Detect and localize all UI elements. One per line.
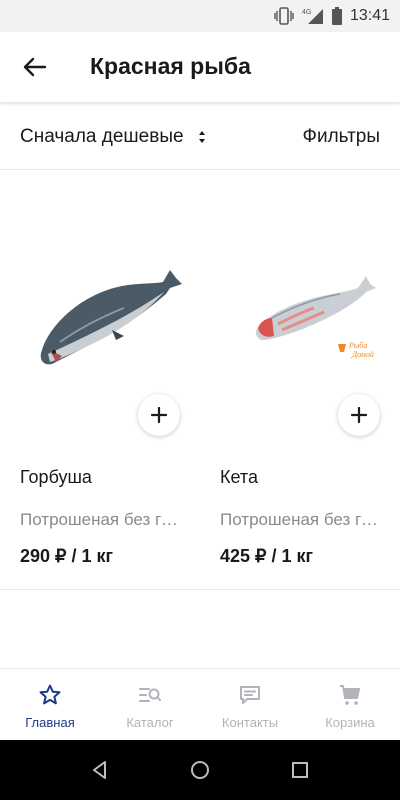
- nav-item-home[interactable]: Главная: [0, 669, 100, 741]
- product-card[interactable]: Горбуша Потрошеная без головы 290 ₽ / 1 …: [0, 170, 200, 590]
- svg-text:Домой: Домой: [351, 350, 374, 359]
- plus-icon: [151, 407, 167, 423]
- plus-icon: [351, 407, 367, 423]
- nav-item-contacts[interactable]: Контакты: [200, 669, 300, 741]
- app-bar: Красная рыба: [0, 32, 400, 102]
- product-price: 425 ₽ / 1 кг: [220, 546, 314, 566]
- status-bar: 4G 13:41: [0, 0, 400, 32]
- status-time: 13:41: [349, 7, 390, 24]
- system-navigation-bar: [0, 740, 400, 800]
- back-triangle-icon[interactable]: [88, 758, 112, 782]
- home-circle-icon[interactable]: [188, 758, 212, 782]
- nav-label: Каталог: [126, 715, 174, 730]
- product-name: Кета: [220, 467, 258, 487]
- page-title: Красная рыба: [90, 53, 251, 79]
- product-description: Потрошеная без головы: [20, 510, 182, 529]
- back-button[interactable]: [18, 50, 52, 84]
- catalog-search-icon: [139, 688, 161, 702]
- sort-filter-toolbar: Сначала дешевые Фильтры: [0, 102, 400, 170]
- product-image-gorbusha: [20, 232, 185, 392]
- arrow-left-icon: [23, 57, 47, 77]
- nav-item-catalog[interactable]: Каталог: [100, 669, 200, 741]
- cart-icon: [340, 685, 360, 705]
- product-grid: Горбуша Потрошеная без головы 290 ₽ / 1 …: [0, 170, 400, 590]
- add-to-cart-button[interactable]: [338, 394, 380, 436]
- sort-dropdown[interactable]: Сначала дешевые: [20, 124, 206, 150]
- product-image-keta: Рыба Домой: [220, 232, 385, 392]
- signal-4g-icon: 4G: [302, 9, 323, 24]
- bottom-navigation: Главная Каталог Контакты Корзина: [0, 668, 400, 740]
- vibrate-icon: [274, 7, 294, 25]
- product-card[interactable]: Рыба Домой Кета Потрошеная без головы 42…: [200, 170, 400, 590]
- product-description: Потрошеная без головы: [220, 510, 382, 529]
- product-price: 290 ₽ / 1 кг: [20, 546, 114, 566]
- svg-text:Рыба: Рыба: [348, 341, 367, 350]
- sort-arrows-icon: [198, 131, 205, 143]
- chat-icon: [240, 686, 260, 704]
- nav-label: Контакты: [221, 715, 279, 730]
- filters-button[interactable]: Фильтры: [303, 126, 380, 148]
- nav-label: Главная: [25, 715, 75, 730]
- recents-square-icon[interactable]: [288, 758, 312, 782]
- status-icons: 4G 13:41: [274, 6, 390, 26]
- svg-text:4G: 4G: [302, 9, 311, 16]
- star-icon: [39, 684, 61, 705]
- add-to-cart-button[interactable]: [138, 394, 180, 436]
- nav-item-cart[interactable]: Корзина: [300, 669, 400, 741]
- sort-label: Сначала дешевые: [20, 126, 184, 147]
- battery-icon: [331, 7, 342, 25]
- product-name: Горбуша: [20, 467, 92, 487]
- nav-label: Корзина: [325, 715, 375, 730]
